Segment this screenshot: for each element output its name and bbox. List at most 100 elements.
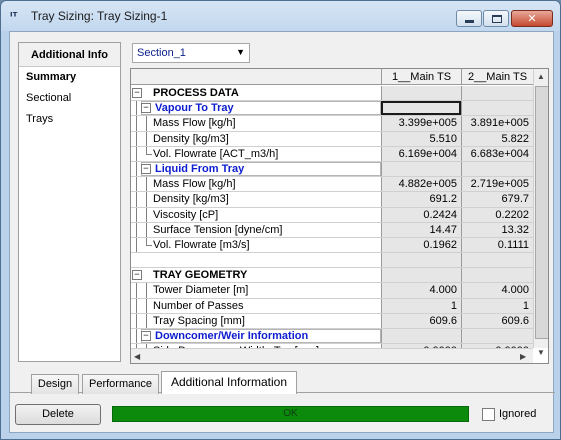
tree-gutter bbox=[131, 131, 139, 146]
table-row: − TRAY GEOMETRY bbox=[131, 268, 533, 284]
table-row: − Downcomer/Weir Information bbox=[131, 329, 533, 345]
value-cell[interactable]: 4.000 bbox=[461, 283, 533, 298]
value-cell[interactable]: 0.1962 bbox=[381, 237, 461, 253]
sidebar-item-sectional[interactable]: Sectional bbox=[19, 88, 120, 109]
value-cell[interactable]: 6.683e+004 bbox=[461, 146, 533, 161]
property-label: Density [kg/m3] bbox=[153, 193, 229, 206]
value-cell[interactable]: 4.000 bbox=[381, 283, 461, 298]
maximize-button[interactable] bbox=[483, 10, 509, 27]
close-button[interactable]: ✕ bbox=[511, 10, 553, 27]
sidebar-item-trays[interactable]: Trays bbox=[19, 109, 120, 130]
value-cell[interactable]: 679.7 bbox=[461, 192, 533, 207]
window-title: Tray Sizing: Tray Sizing-1 bbox=[31, 9, 168, 23]
minimize-icon bbox=[465, 20, 474, 23]
grid-header-row: 1__Main TS 2__Main TS bbox=[131, 69, 533, 85]
value-cell[interactable] bbox=[461, 101, 533, 116]
horizontal-scrollbar[interactable]: ◀ ▶ bbox=[131, 348, 533, 363]
tab-design[interactable]: Design bbox=[31, 374, 79, 394]
value-cell[interactable]: 0.1111 bbox=[461, 237, 533, 253]
value-cell[interactable] bbox=[461, 161, 533, 177]
row-label-cell bbox=[131, 253, 381, 267]
collapse-icon[interactable]: − bbox=[141, 103, 151, 114]
value-cell[interactable]: 1 bbox=[461, 298, 533, 313]
tree-line bbox=[136, 192, 137, 207]
side-panel-header: Additional Info bbox=[19, 43, 120, 67]
value-cell[interactable] bbox=[381, 101, 461, 116]
value-cell[interactable] bbox=[381, 161, 461, 177]
value-cell[interactable]: 1 bbox=[381, 298, 461, 313]
value-cell[interactable]: 3.891e+005 bbox=[461, 116, 533, 131]
tab-additional-information[interactable]: Additional Information bbox=[161, 371, 297, 394]
tree-line bbox=[136, 329, 137, 344]
value-cell[interactable] bbox=[381, 86, 461, 101]
vertical-scroll-thumb[interactable] bbox=[535, 86, 548, 339]
value-cell[interactable]: 4.882e+005 bbox=[381, 177, 461, 192]
tree-line bbox=[136, 222, 137, 237]
table-row: Mass Flow [kg/h] 3.399e+005 3.891e+005 bbox=[131, 116, 533, 132]
value-cell[interactable]: 2.719e+005 bbox=[461, 177, 533, 192]
category-label: TRAY GEOMETRY bbox=[153, 269, 248, 282]
table-row bbox=[131, 253, 533, 269]
collapse-icon[interactable]: − bbox=[132, 270, 142, 281]
tree-line bbox=[146, 146, 147, 154]
value-cell[interactable] bbox=[381, 253, 461, 268]
ignored-label: Ignored bbox=[499, 408, 537, 420]
collapse-icon[interactable]: − bbox=[141, 163, 151, 174]
tree-line bbox=[136, 131, 137, 146]
minimize-button[interactable] bbox=[456, 10, 482, 27]
column-header-2[interactable]: 2__Main TS bbox=[461, 69, 533, 85]
tray-sizing-window: ᴵᵀ Tray Sizing: Tray Sizing-1 ✕ Addition… bbox=[0, 0, 561, 440]
grid-rows: − PROCESS DATA − Vapour To Tray Mass Flow [k… bbox=[131, 86, 533, 360]
collapse-icon[interactable]: − bbox=[141, 331, 151, 341]
value-cell[interactable] bbox=[461, 329, 533, 344]
value-cell[interactable]: 609.6 bbox=[381, 313, 461, 328]
tab-performance[interactable]: Performance bbox=[82, 374, 159, 394]
row-label-cell: Density [kg/m3] bbox=[131, 131, 381, 146]
value-cell[interactable] bbox=[381, 329, 461, 344]
value-cell[interactable] bbox=[461, 268, 533, 283]
vertical-scrollbar[interactable]: ▲ ▼ bbox=[533, 69, 548, 357]
row-label-cell: − PROCESS DATA bbox=[131, 86, 381, 100]
property-label: Mass Flow [kg/h] bbox=[153, 178, 236, 191]
summary-grid: 1__Main TS 2__Main TS − PROCESS DATA − Vapo… bbox=[130, 68, 549, 364]
value-cell[interactable] bbox=[381, 268, 461, 283]
table-row: Density [kg/m3] 5.510 5.822 bbox=[131, 131, 533, 147]
value-cell[interactable]: 14.47 bbox=[381, 222, 461, 237]
sidebar-item-summary[interactable]: Summary bbox=[19, 67, 120, 88]
scroll-down-icon[interactable]: ▼ bbox=[537, 348, 545, 357]
tree-line bbox=[136, 237, 137, 253]
maximize-icon bbox=[492, 15, 502, 23]
value-cell[interactable]: 0.2202 bbox=[461, 207, 533, 222]
tree-gutter bbox=[131, 101, 139, 116]
ignored-checkbox[interactable] bbox=[482, 408, 495, 421]
value-cell[interactable]: 5.510 bbox=[381, 131, 461, 146]
tree-line bbox=[146, 177, 147, 192]
value-cell[interactable] bbox=[461, 253, 533, 268]
value-cell[interactable]: 13.32 bbox=[461, 222, 533, 237]
tree-line bbox=[146, 222, 147, 237]
delete-button[interactable]: Delete bbox=[15, 404, 101, 425]
value-cell[interactable]: 0.2424 bbox=[381, 207, 461, 222]
scroll-left-icon[interactable]: ◀ bbox=[134, 352, 140, 361]
additional-info-panel: Additional Info Summary Sectional Trays bbox=[18, 42, 121, 362]
collapse-icon[interactable]: − bbox=[132, 88, 142, 98]
title-bar[interactable]: ᴵᵀ Tray Sizing: Tray Sizing-1 ✕ bbox=[1, 1, 560, 31]
value-cell[interactable]: 691.2 bbox=[381, 192, 461, 207]
bottom-tabs: Design Performance Additional Informatio… bbox=[10, 371, 555, 394]
tree-gutter bbox=[131, 329, 139, 344]
tree-gutter: − bbox=[131, 86, 142, 100]
value-cell[interactable] bbox=[461, 86, 533, 101]
value-cell[interactable]: 3.399e+005 bbox=[381, 116, 461, 131]
scroll-up-icon[interactable]: ▲ bbox=[537, 72, 545, 81]
value-cell[interactable]: 6.169e+004 bbox=[381, 146, 461, 161]
row-label-cell: Tray Spacing [mm] bbox=[131, 313, 381, 328]
column-header-1[interactable]: 1__Main TS bbox=[381, 69, 461, 85]
value-cell[interactable]: 609.6 bbox=[461, 313, 533, 328]
status-text: OK bbox=[283, 408, 298, 419]
value-cell[interactable]: 5.822 bbox=[461, 131, 533, 146]
tree-line bbox=[146, 116, 147, 131]
tree-line bbox=[146, 207, 147, 222]
row-label-cell: Density [kg/m3] bbox=[131, 192, 381, 207]
section-dropdown[interactable]: Section_1 ▼ bbox=[132, 43, 250, 63]
scroll-right-icon[interactable]: ▶ bbox=[520, 352, 526, 361]
